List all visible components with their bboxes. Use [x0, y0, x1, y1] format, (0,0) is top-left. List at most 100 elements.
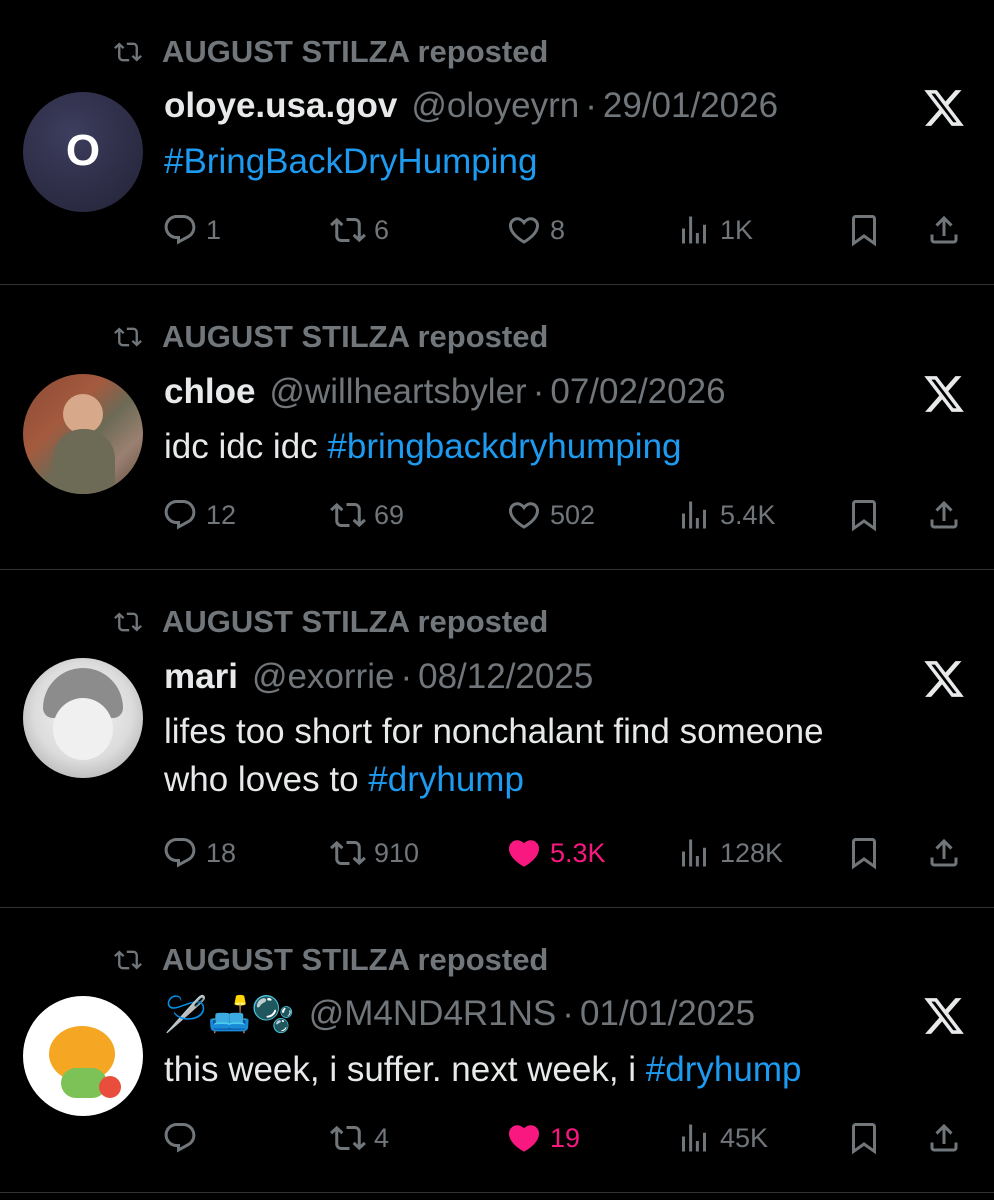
like-count: 502	[550, 499, 596, 530]
username-handle[interactable]: @willheartsbyler	[269, 372, 526, 412]
like-icon	[506, 212, 542, 248]
like-count: 8	[550, 214, 566, 245]
like-button[interactable]: 8	[506, 210, 565, 250]
post-date[interactable]: 08/12/2025	[418, 657, 593, 697]
share-button[interactable]	[926, 833, 970, 873]
like-icon	[506, 835, 542, 871]
repost-button[interactable]: 4	[330, 1118, 389, 1158]
hashtag-link[interactable]: #dryhump	[368, 760, 524, 799]
avatar-letter: O	[65, 126, 101, 175]
avatar[interactable]	[23, 374, 143, 494]
reply-button[interactable]: 18	[162, 833, 236, 873]
tweet-text-plain: who loves to	[164, 760, 369, 799]
repost-label: AUGUST STILZA reposted	[162, 34, 549, 69]
share-icon	[926, 835, 962, 871]
repost-button[interactable]: 6	[330, 210, 389, 250]
display-name[interactable]: oloye.usa.gov	[164, 86, 397, 126]
reply-button[interactable]: 1	[162, 210, 221, 250]
hashtag-link[interactable]: #dryhump	[646, 1050, 802, 1089]
avatar-photo-detail	[63, 394, 103, 434]
action-bar: 1 6 8 1K	[162, 210, 972, 250]
reply-icon	[162, 1120, 198, 1156]
like-icon	[506, 497, 542, 533]
x-logo-icon	[922, 657, 966, 701]
bookmark-button[interactable]	[846, 1118, 890, 1158]
repost-icon	[108, 608, 148, 636]
username-handle[interactable]: @oloyeyrn	[411, 86, 579, 126]
tweet-text-line: lifes too short for nonchalant find some…	[164, 712, 824, 751]
bookmark-icon	[846, 835, 882, 871]
tweet-card[interactable]: AUGUST STILZA reposted 🪡🛋️🫧 @M4ND4R1NS ·…	[0, 908, 994, 1193]
tweet-card[interactable]: AUGUST STILZA reposted mari @exorrie · 0…	[0, 570, 994, 908]
share-button[interactable]	[926, 495, 970, 535]
display-name[interactable]: mari	[164, 657, 238, 697]
tweet-text: idc idc idc #bringbackdryhumping	[164, 423, 964, 471]
avatar[interactable]: O	[23, 92, 143, 212]
views-button[interactable]: 45K	[676, 1118, 768, 1158]
repost-icon	[330, 497, 366, 533]
x-logo-icon	[922, 86, 966, 130]
share-icon	[926, 1120, 962, 1156]
avatar-photo-detail	[99, 1076, 121, 1098]
avatar[interactable]	[23, 996, 143, 1116]
repost-count: 910	[374, 837, 420, 868]
tweet-header: 🪡🛋️🫧 @M4ND4R1NS · 01/01/2025	[164, 992, 755, 1036]
bookmark-icon	[846, 1120, 882, 1156]
repost-banner: AUGUST STILZA reposted	[108, 942, 548, 978]
repost-icon	[330, 212, 366, 248]
post-date[interactable]: 29/01/2026	[603, 86, 778, 126]
tweet-card[interactable]: AUGUST STILZA reposted O oloye.usa.gov @…	[0, 0, 994, 285]
repost-icon	[330, 835, 366, 871]
views-icon	[676, 835, 712, 871]
view-count: 5.4K	[720, 499, 776, 530]
views-button[interactable]: 1K	[676, 210, 753, 250]
action-bar: 18 910 5.3K 128K	[162, 833, 972, 873]
post-date[interactable]: 01/01/2025	[580, 994, 755, 1034]
hashtag-link[interactable]: #bringbackdryhumping	[327, 427, 681, 466]
like-button[interactable]: 5.3K	[506, 833, 606, 873]
bookmark-icon	[846, 212, 882, 248]
avatar[interactable]	[23, 658, 143, 778]
repost-banner: AUGUST STILZA reposted	[108, 604, 548, 640]
like-button[interactable]: 19	[506, 1118, 580, 1158]
repost-label: AUGUST STILZA reposted	[162, 942, 549, 977]
tweet-header: oloye.usa.gov @oloyeyrn · 29/01/2026	[164, 84, 778, 128]
display-name[interactable]: chloe	[164, 372, 255, 412]
repost-icon	[108, 946, 148, 974]
bookmark-icon	[846, 497, 882, 533]
username-handle[interactable]: @M4ND4R1NS	[309, 994, 557, 1034]
view-count: 128K	[720, 837, 784, 868]
views-icon	[676, 497, 712, 533]
repost-label: AUGUST STILZA reposted	[162, 604, 549, 639]
reply-count: 18	[206, 837, 237, 868]
repost-button[interactable]: 910	[330, 833, 419, 873]
share-button[interactable]	[926, 1118, 970, 1158]
hashtag-link[interactable]: #BringBackDryHumping	[164, 142, 537, 181]
tweet-text: lifes too short for nonchalant find some…	[164, 708, 964, 804]
username-handle[interactable]: @exorrie	[252, 657, 395, 697]
tweet-text-plain: this week, i suffer. next week, i	[164, 1050, 646, 1089]
tweet-text: this week, i suffer. next week, i #dryhu…	[164, 1046, 964, 1094]
share-button[interactable]	[926, 210, 970, 250]
display-name[interactable]: 🪡🛋️🫧	[164, 994, 295, 1035]
like-count: 19	[550, 1122, 581, 1153]
like-button[interactable]: 502	[506, 495, 595, 535]
tweet-card[interactable]: AUGUST STILZA reposted chloe @willhearts…	[0, 285, 994, 570]
bookmark-button[interactable]	[846, 210, 890, 250]
repost-button[interactable]: 69	[330, 495, 404, 535]
reply-button[interactable]: 12	[162, 495, 236, 535]
avatar-photo-detail	[53, 429, 115, 494]
bookmark-button[interactable]	[846, 495, 890, 535]
bookmark-button[interactable]	[846, 833, 890, 873]
tweet-text: #BringBackDryHumping	[164, 138, 964, 186]
repost-label: AUGUST STILZA reposted	[162, 319, 549, 354]
repost-count: 6	[374, 214, 390, 245]
views-button[interactable]: 5.4K	[676, 495, 776, 535]
post-date[interactable]: 07/02/2026	[550, 372, 725, 412]
x-logo-icon	[922, 994, 966, 1038]
reply-button[interactable]	[162, 1118, 206, 1158]
view-count: 1K	[720, 214, 754, 245]
views-button[interactable]: 128K	[676, 833, 783, 873]
repost-banner: AUGUST STILZA reposted	[108, 34, 548, 70]
tweet-text-plain: idc idc idc	[164, 427, 328, 466]
